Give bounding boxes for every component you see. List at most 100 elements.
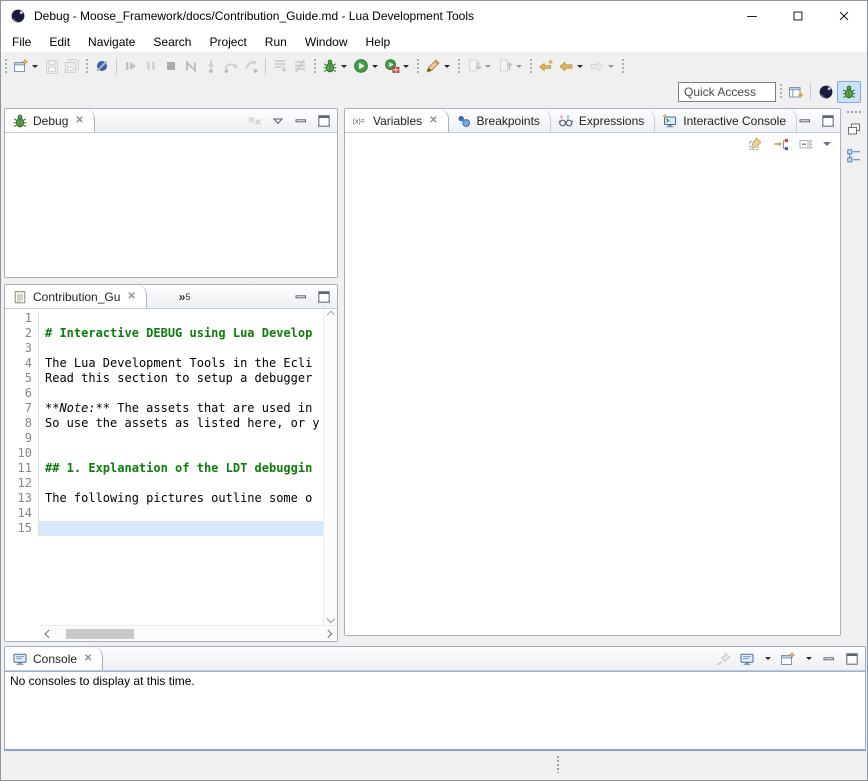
debug-view-content[interactable] — [5, 133, 337, 277]
line-number: 12 — [5, 476, 39, 491]
line-text — [39, 521, 323, 536]
menu-search[interactable]: Search — [144, 33, 200, 51]
open-task-button[interactable] — [423, 55, 454, 77]
dropdown-arrow-icon[interactable] — [444, 65, 450, 68]
menu-help[interactable]: Help — [357, 33, 400, 51]
open-task-icon — [425, 58, 441, 74]
minimize-button[interactable] — [729, 1, 775, 31]
debug-button[interactable] — [320, 55, 351, 77]
tab-expressions[interactable]: xy Expressions — [551, 109, 655, 132]
console-view-header: Console ✕ — [5, 647, 865, 671]
scroll-left-icon[interactable] — [45, 629, 53, 637]
scroll-right-icon[interactable] — [324, 629, 332, 637]
back-button[interactable] — [556, 55, 587, 77]
show-logical-structures-icon[interactable] — [773, 136, 789, 152]
editor-line: 14 — [5, 506, 323, 521]
terminate-button — [161, 55, 181, 77]
tab-close-icon[interactable]: ✕ — [75, 115, 83, 126]
tab-close-icon[interactable]: ✕ — [127, 291, 135, 302]
perspective-button-debug[interactable] — [837, 81, 861, 103]
menu-window[interactable]: Window — [296, 33, 357, 51]
dropdown-arrow-icon[interactable] — [765, 657, 771, 660]
tab-debug[interactable]: Debug ✕ — [5, 109, 95, 132]
open-perspective-button[interactable] — [786, 81, 806, 103]
maximize-view-icon[interactable] — [844, 651, 860, 667]
minimize-view-icon[interactable] — [821, 651, 837, 667]
minimize-view-icon[interactable] — [797, 113, 813, 129]
skip-all-breakpoints-button[interactable] — [92, 55, 112, 77]
editor-line: 9 — [5, 431, 323, 446]
line-number: 14 — [5, 506, 39, 521]
save-all-icon — [64, 58, 80, 74]
dropdown-arrow-icon[interactable] — [577, 65, 583, 68]
title-bar: Debug - Moose_Framework/docs/Contributio… — [1, 1, 867, 31]
view-menu-icon[interactable] — [270, 113, 286, 129]
tab-debug-label: Debug — [33, 114, 68, 128]
view-menu-icon[interactable] — [823, 142, 831, 146]
tab-variables[interactable]: (x)= Variables ✕ — [345, 109, 449, 132]
menu-run[interactable]: Run — [256, 33, 296, 51]
line-text — [39, 386, 323, 401]
menu-file[interactable]: File — [3, 33, 40, 51]
maximize-view-icon[interactable] — [316, 289, 332, 305]
dropdown-arrow-icon[interactable] — [806, 657, 812, 660]
display-selected-console-icon[interactable] — [739, 651, 755, 667]
scroll-up-icon[interactable] — [326, 311, 334, 319]
menu-bar: File Edit Navigate Search Project Run Wi… — [1, 31, 867, 53]
dropdown-arrow-icon[interactable] — [485, 65, 491, 68]
status-bar-grip[interactable] — [557, 756, 559, 773]
tab-interactive-console[interactable]: Interactive Console — [655, 109, 797, 132]
perspective-button-lua[interactable] — [815, 81, 837, 103]
maximize-button[interactable] — [775, 1, 821, 31]
status-bar — [1, 751, 867, 780]
editor-horizontal-scrollbar[interactable] — [40, 625, 337, 641]
dropdown-arrow-icon[interactable] — [608, 65, 614, 68]
step-into-button — [201, 55, 221, 77]
tab-breakpoints[interactable]: Breakpoints — [449, 109, 551, 132]
variables-view-toolbar — [345, 133, 840, 155]
tab-close-icon[interactable]: ✕ — [429, 115, 437, 126]
minimize-view-icon[interactable] — [293, 289, 309, 305]
scroll-down-icon[interactable] — [326, 615, 334, 623]
external-tools-icon — [384, 58, 400, 74]
bug-icon — [12, 113, 28, 129]
hidden-editors-chevron[interactable]: »5 — [179, 285, 191, 308]
close-button[interactable] — [821, 1, 867, 31]
new-wizard-button[interactable] — [11, 55, 42, 77]
dropdown-arrow-icon[interactable] — [32, 65, 38, 68]
menu-project[interactable]: Project — [200, 33, 255, 51]
run-button[interactable] — [351, 55, 382, 77]
tab-close-icon[interactable]: ✕ — [84, 653, 92, 664]
last-edit-location-button[interactable] — [536, 55, 556, 77]
next-annotation-button — [464, 55, 495, 77]
editor-vertical-scrollbar[interactable] — [323, 309, 337, 625]
line-text: # Interactive DEBUG using Lua Develop — [39, 326, 323, 341]
open-console-icon[interactable] — [780, 651, 796, 667]
dropdown-arrow-icon[interactable] — [341, 65, 347, 68]
show-type-names-icon[interactable] — [748, 136, 764, 152]
editor-header: Contribution_Gu ✕ »5 — [5, 285, 337, 309]
editor-text-area[interactable]: 12# Interactive DEBUG using Lua Develop3… — [5, 309, 337, 625]
perspective-toolbar — [1, 78, 867, 105]
pin-console-icon — [716, 651, 732, 667]
menu-navigate[interactable]: Navigate — [79, 33, 144, 51]
line-number: 4 — [5, 356, 39, 371]
dropdown-arrow-icon[interactable] — [372, 65, 378, 68]
hidden-editors-count: 5 — [185, 292, 190, 302]
maximize-view-icon[interactable] — [316, 113, 332, 129]
console-content: No consoles to display at this time. — [5, 671, 865, 751]
tab-contribution-guide[interactable]: Contribution_Gu ✕ — [5, 285, 147, 308]
dropdown-arrow-icon[interactable] — [403, 65, 409, 68]
minimize-view-icon[interactable] — [293, 113, 309, 129]
external-tools-button[interactable] — [382, 55, 413, 77]
scrollbar-thumb[interactable] — [66, 629, 134, 639]
outline-view-icon[interactable] — [846, 148, 862, 164]
quick-access-input[interactable] — [678, 82, 776, 102]
tab-console[interactable]: Console ✕ — [5, 647, 103, 670]
dropdown-arrow-icon[interactable] — [516, 65, 522, 68]
trim-grip[interactable] — [847, 111, 861, 113]
menu-edit[interactable]: Edit — [40, 33, 79, 51]
editor-header-icons — [293, 285, 337, 308]
restore-view-icon[interactable] — [846, 121, 862, 137]
maximize-view-icon[interactable] — [820, 113, 836, 129]
